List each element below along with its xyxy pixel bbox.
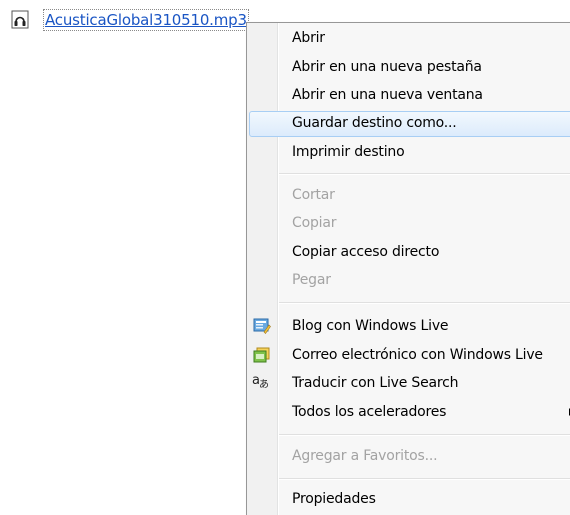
- menu-item-label: Guardar destino como...: [292, 115, 457, 131]
- menu-item-copiar: Copiar: [249, 211, 570, 237]
- windows-live-blog-icon: [253, 317, 271, 335]
- menu-item-propiedades[interactable]: Propiedades: [249, 487, 570, 513]
- menu-item-copiar-acceso-directo[interactable]: Copiar acceso directo: [249, 240, 570, 266]
- menu-item-abrir-nueva-pestana[interactable]: Abrir en una nueva pestaña: [249, 55, 570, 81]
- translate-icon: aあ: [252, 373, 269, 391]
- menu-item-label: Blog con Windows Live: [292, 318, 449, 334]
- menu-item-label: Abrir en una nueva pestaña: [292, 59, 482, 75]
- menu-item-label: Todos los aceleradores: [292, 404, 447, 420]
- menu-item-label: Copiar: [292, 215, 337, 231]
- menu-item-label: Propiedades: [292, 491, 376, 507]
- file-link[interactable]: AcusticaGlobal310510.mp3: [43, 9, 249, 31]
- menu-item-label: Agregar a Favoritos...: [292, 448, 438, 464]
- context-menu: Abrir Abrir en una nueva pestaña Abrir e…: [246, 22, 570, 515]
- menu-item-pegar: Pegar: [249, 268, 570, 294]
- browser-page: AcusticaGlobal310510.mp3 Abrir Abrir en …: [0, 0, 570, 515]
- menu-item-label: Traducir con Live Search: [292, 375, 459, 391]
- menu-separator: [279, 478, 570, 480]
- windows-live-mail-icon: [253, 346, 271, 364]
- menu-item-label: Imprimir destino: [292, 144, 405, 160]
- audio-file-icon[interactable]: [11, 10, 31, 30]
- menu-item-abrir-nueva-ventana[interactable]: Abrir en una nueva ventana: [249, 83, 570, 109]
- menu-item-label: Abrir en una nueva ventana: [292, 87, 483, 103]
- menu-item-correo-windows-live[interactable]: Correo electrónico con Windows Live: [249, 343, 570, 369]
- menu-item-label: Correo electrónico con Windows Live: [292, 347, 543, 363]
- menu-separator: [279, 173, 570, 175]
- menu-item-label: Cortar: [292, 187, 335, 203]
- menu-item-todos-aceleradores[interactable]: Todos los aceleradores: [249, 400, 570, 426]
- menu-item-label: Copiar acceso directo: [292, 244, 440, 260]
- menu-separator: [279, 434, 570, 436]
- file-row: AcusticaGlobal310510.mp3: [11, 9, 249, 31]
- menu-item-traducir-live-search[interactable]: aあ Traducir con Live Search: [249, 371, 570, 397]
- menu-item-guardar-destino[interactable]: Guardar destino como...: [249, 111, 570, 137]
- menu-item-cortar: Cortar: [249, 183, 570, 209]
- menu-item-imprimir-destino[interactable]: Imprimir destino: [249, 140, 570, 166]
- menu-item-label: Pegar: [292, 272, 331, 288]
- menu-separator: [279, 302, 570, 304]
- menu-item-agregar-favoritos: Agregar a Favoritos...: [249, 444, 570, 470]
- menu-item-blog-windows-live[interactable]: Blog con Windows Live: [249, 314, 570, 340]
- menu-item-label: Abrir: [292, 30, 325, 46]
- menu-item-abrir[interactable]: Abrir: [249, 26, 570, 52]
